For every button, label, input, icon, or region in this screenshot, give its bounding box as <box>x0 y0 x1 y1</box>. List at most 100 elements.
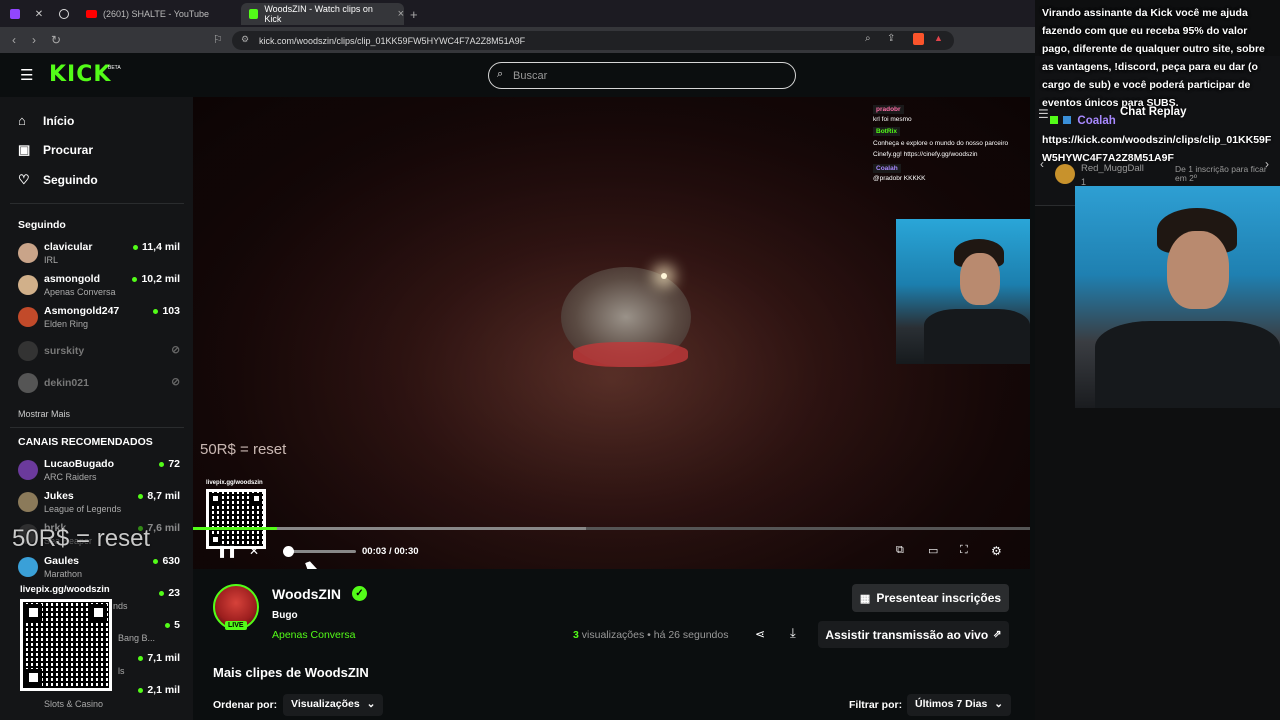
tab-whatsapp[interactable] <box>55 3 73 25</box>
volume-slider[interactable] <box>286 550 356 553</box>
chat-user: BotRix <box>873 127 900 136</box>
channel-name: clavicular <box>44 241 93 253</box>
following-title: Seguindo <box>18 219 66 231</box>
avatar <box>18 373 38 393</box>
tab-youtube-label: (2601) SHALTE - YouTube <box>103 9 210 19</box>
chevron-down-icon: ⌄ <box>366 698 376 710</box>
new-tab-button[interactable]: + <box>410 3 424 25</box>
sort-dropdown[interactable]: Visualizações ⌄ <box>283 694 384 716</box>
channel-category: Marathon <box>44 569 83 579</box>
clip-title: Bugo <box>272 610 298 621</box>
pause-icon[interactable]: ❚❚ <box>217 544 237 558</box>
avatar <box>18 557 38 577</box>
verified-icon: ✓ <box>352 586 367 601</box>
volume-knob[interactable] <box>283 546 294 557</box>
recommended-channel[interactable]: Gaules Marathon 630 <box>18 555 180 583</box>
reload-icon[interactable]: ↻ <box>51 31 61 49</box>
url-text: kick.com/woodszin/clips/clip_01KK59FW5HY… <box>259 35 526 46</box>
stream-chat-overlay: pradobr krl foi mesmo BotRix Conheça e e… <box>873 101 1028 182</box>
tab-muted[interactable]: ✕ <box>30 3 48 25</box>
following-channel[interactable]: clavicular IRL 11,4 mil <box>18 241 180 269</box>
youtube-icon <box>86 10 97 18</box>
nav-seguindo[interactable]: ♡ Seguindo <box>18 172 98 188</box>
gift-subs-button[interactable]: ▦ Presentear inscrições <box>852 584 1009 612</box>
time-current: 00:03 <box>362 546 387 557</box>
gift-icon: ▦ <box>859 592 871 605</box>
following-channel[interactable]: asmongold Apenas Conversa 10,2 mil <box>18 273 180 301</box>
views-label: visualizações <box>581 629 645 641</box>
webcam-shirt <box>1095 321 1280 408</box>
gift-subs-label: Presentear inscrições <box>876 591 1002 605</box>
tab-youtube[interactable]: (2601) SHALTE - YouTube <box>80 3 235 25</box>
time-display: 00:03 / 00:30 <box>362 546 419 557</box>
progress-fill <box>193 527 277 530</box>
share-icon[interactable]: ⋖ <box>755 627 765 641</box>
fullscreen-icon[interactable]: ⛶ <box>960 544 968 557</box>
brave-shield-icon[interactable] <box>913 33 924 45</box>
channel-category: ls <box>118 666 125 676</box>
sort-label: Ordenar por: <box>213 699 278 711</box>
search-input[interactable]: ⌕ Buscar <box>488 62 796 89</box>
recommended-channel[interactable]: Jukes League of Legends 8,7 mil <box>18 490 180 518</box>
share-icon[interactable]: ⇪ <box>887 33 895 44</box>
filter-dropdown[interactable]: Últimos 7 Dias ⌄ <box>907 694 1012 716</box>
overlay-qr-label: livepix.gg/woodszin <box>20 584 110 595</box>
nav-inicio[interactable]: ⌂ Início <box>18 113 74 128</box>
channel-name: Asmongold247 <box>44 305 120 317</box>
time-total: 00:30 <box>394 546 419 557</box>
channel-name: Gaules <box>44 555 80 567</box>
zoom-icon[interactable]: ⌕ <box>865 33 871 44</box>
mute-icon[interactable]: ✕ <box>249 544 259 558</box>
clip-link[interactable]: https://kick.com/woodszin/clips/clip_01K… <box>1042 131 1278 167</box>
category-link[interactable]: Apenas Conversa <box>272 629 355 641</box>
video-player[interactable]: pradobr krl foi mesmo BotRix Conheça e e… <box>193 97 1030 569</box>
back-icon[interactable]: ‹ <box>12 31 16 49</box>
sidebar-divider <box>10 427 184 428</box>
site-info-icon[interactable]: ⚙ <box>241 34 249 45</box>
download-icon[interactable]: ⤓ <box>790 625 796 641</box>
channel-name: surskity <box>44 345 85 357</box>
url-bar[interactable]: ⚙ kick.com/woodszin/clips/clip_01KK59FW5… <box>232 31 954 50</box>
avatar <box>18 307 38 327</box>
kick-favicon-icon <box>249 9 259 19</box>
close-tab-icon[interactable]: × <box>398 8 404 20</box>
channel-name[interactable]: WoodsZIN <box>272 586 341 602</box>
theater-icon[interactable]: ▭ <box>928 544 938 557</box>
live-badge: LIVE <box>225 621 247 630</box>
search-placeholder: Buscar <box>513 69 548 82</box>
following-channel-offline[interactable]: surskity ⊘ <box>18 339 180 367</box>
avatar <box>18 492 38 512</box>
tab-twitch[interactable] <box>6 3 24 25</box>
channel-category: League of Legends <box>44 504 122 514</box>
kick-logo[interactable]: KICK <box>49 62 111 87</box>
watch-live-button[interactable]: Assistir transmissão ao vivo ⇗ <box>818 621 1009 648</box>
lamp <box>661 273 667 279</box>
tab-kick[interactable]: WoodsZIN - Watch clips on Kick × <box>241 3 404 25</box>
webcam-face <box>1167 231 1229 309</box>
viewer-count: 2,1 mil <box>138 684 180 696</box>
more-clips-title: Mais clipes de WoodsZIN <box>213 665 369 680</box>
nav-procurar[interactable]: ▣ Procurar <box>18 142 93 158</box>
browse-icon: ▣ <box>18 142 31 157</box>
following-channel[interactable]: Asmongold247 Elden Ring 103 <box>18 305 180 333</box>
settings-icon[interactable]: ⚙ <box>991 544 1002 558</box>
chat-replay-title: Chat Replay <box>1120 106 1187 118</box>
brave-rewards-icon[interactable]: ▲ <box>934 33 943 43</box>
sub-promo-message: Virando assinante da Kick você me ajuda … <box>1042 7 1265 109</box>
chat-replay-row: Coalah <box>1050 115 1116 127</box>
offline-icon: ⊘ <box>171 344 180 356</box>
following-channel-offline[interactable]: dekin021 ⊘ <box>18 371 180 399</box>
nav-seguindo-label: Seguindo <box>43 173 98 187</box>
bookmark-icon[interactable]: ⚐ <box>213 31 223 49</box>
external-link-icon: ⇗ <box>993 629 1002 640</box>
chat-user: Coalah <box>873 164 901 173</box>
tunnel-floor <box>573 342 688 367</box>
mute-icon: ✕ <box>34 8 44 20</box>
home-icon: ⌂ <box>18 113 26 128</box>
chevron-down-icon: ⌄ <box>994 698 1004 710</box>
recommended-channel[interactable]: LucaoBugado ARC Raiders 72 <box>18 458 180 486</box>
forward-icon[interactable]: › <box>32 31 36 49</box>
menu-icon[interactable]: ☰ <box>20 66 33 84</box>
pip-icon[interactable]: ⧉ <box>896 544 904 557</box>
show-more-link[interactable]: Mostrar Mais <box>18 409 70 419</box>
